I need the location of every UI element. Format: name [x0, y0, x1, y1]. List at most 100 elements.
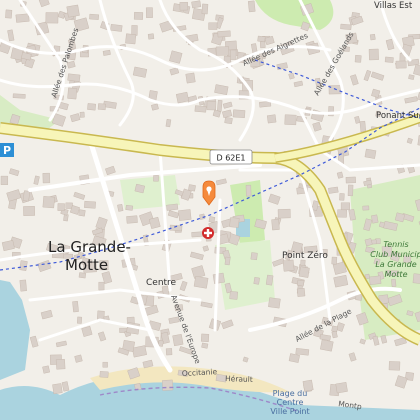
building	[359, 120, 367, 132]
building	[266, 114, 277, 124]
building	[368, 48, 379, 61]
building	[265, 274, 274, 286]
building	[206, 100, 217, 111]
svg-text:P: P	[3, 144, 11, 157]
building	[328, 186, 339, 194]
building	[391, 278, 397, 287]
building	[117, 204, 124, 212]
building	[131, 25, 138, 36]
building	[257, 35, 266, 43]
label-villas: Villas Est	[374, 1, 413, 11]
building	[79, 111, 85, 118]
building	[125, 33, 137, 45]
route-shield: D 62E1	[209, 149, 253, 165]
building	[172, 334, 184, 347]
building	[87, 103, 96, 111]
building	[224, 116, 233, 125]
building	[125, 204, 134, 211]
building	[102, 361, 108, 368]
building	[67, 87, 78, 100]
building	[126, 215, 138, 224]
building	[110, 24, 123, 32]
building	[208, 22, 218, 30]
building	[271, 218, 280, 231]
building	[340, 23, 352, 30]
town-label-line2: Motte	[65, 256, 108, 274]
building	[193, 275, 209, 289]
building	[133, 11, 144, 20]
building	[145, 7, 153, 18]
building	[229, 291, 238, 300]
building	[0, 175, 9, 185]
building	[247, 0, 256, 13]
building	[12, 93, 26, 99]
label-point-zero: Point Zéro	[282, 250, 328, 261]
label-occitanie: Occitanie	[182, 367, 218, 378]
building	[161, 379, 174, 391]
building	[185, 72, 196, 84]
building	[295, 348, 310, 356]
town-label-line1: La Grande-	[48, 238, 131, 256]
route-label: D 62E1	[216, 154, 245, 163]
building	[42, 172, 51, 184]
building	[169, 224, 183, 232]
building	[253, 277, 260, 285]
svg-text:Plage du: Plage du	[273, 389, 308, 398]
building	[395, 60, 407, 69]
building	[191, 0, 202, 9]
building	[340, 202, 350, 211]
building	[229, 217, 240, 228]
building	[102, 49, 111, 56]
building	[5, 9, 13, 19]
building	[78, 209, 86, 217]
building	[166, 203, 179, 211]
building	[42, 196, 55, 209]
building	[259, 41, 266, 49]
building	[259, 101, 272, 108]
hospital-icon[interactable]	[202, 227, 214, 239]
building	[282, 259, 295, 272]
svg-text:Ville Point: Ville Point	[270, 407, 309, 416]
building	[298, 266, 310, 278]
building	[212, 272, 225, 285]
building	[331, 325, 339, 333]
building	[194, 105, 207, 113]
building	[217, 99, 223, 112]
building	[55, 358, 66, 370]
building	[412, 273, 420, 284]
building	[89, 13, 99, 20]
building	[165, 348, 173, 356]
building	[388, 361, 401, 371]
building	[98, 281, 105, 291]
building	[19, 279, 27, 292]
building	[179, 2, 189, 11]
building	[232, 109, 246, 119]
building	[296, 279, 305, 287]
parking-icon[interactable]: P	[0, 143, 14, 157]
building	[384, 56, 394, 63]
building	[362, 205, 370, 211]
building	[42, 365, 50, 374]
building	[201, 3, 209, 15]
building	[201, 342, 209, 349]
building	[72, 300, 79, 313]
label-ponant: Ponant Sud	[376, 111, 420, 121]
svg-text:Motte: Motte	[385, 270, 408, 279]
building	[337, 209, 347, 218]
building	[408, 74, 415, 80]
building	[369, 33, 376, 41]
building	[224, 256, 231, 266]
building	[347, 184, 354, 197]
building	[268, 297, 281, 309]
label-herault: Hérault	[225, 374, 253, 384]
building	[230, 49, 237, 60]
building	[57, 203, 65, 211]
building	[245, 184, 252, 197]
building	[345, 176, 356, 184]
building	[364, 148, 377, 159]
building	[45, 12, 59, 24]
building	[335, 382, 348, 394]
svg-text:Centre: Centre	[277, 398, 304, 407]
map-canvas[interactable]: D 62E1 P Allée des Palombes Allée des Ai…	[0, 0, 420, 420]
label-centre: Centre	[146, 278, 177, 288]
